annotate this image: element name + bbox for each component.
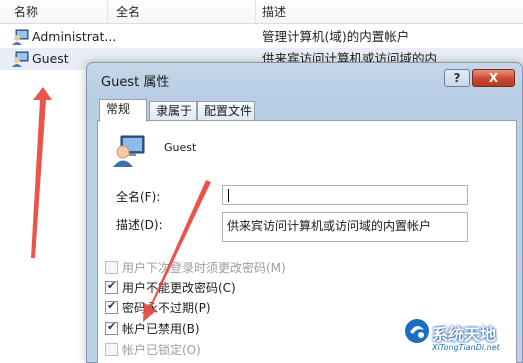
list-header: 名称 全名 描述 (0, 0, 523, 24)
description-label: 描述(D): (116, 218, 163, 232)
column-header-name[interactable]: 名称 (0, 0, 108, 24)
checkbox-label: 用户下次登录时须更改密码(M) (122, 261, 286, 275)
tab-member-of[interactable]: 隶属于 (149, 101, 197, 121)
column-header-full-name[interactable]: 全名 (108, 0, 256, 24)
watermark-url: XiTongTianDi.net (432, 343, 500, 352)
checkbox-box[interactable] (105, 299, 118, 314)
column-header-description[interactable]: 描述 (256, 0, 523, 24)
checkbox-label: 帐户已锁定(O) (122, 343, 201, 357)
user-name: Administrat... (32, 29, 117, 44)
full-name-input[interactable] (222, 185, 468, 205)
watermark: 系统天地 XiTongTianDi.net (404, 318, 523, 363)
checkbox-box[interactable] (105, 343, 118, 356)
watermark-title: 系统天地 (432, 325, 497, 344)
divider (108, 176, 504, 177)
full-name-label: 全名(F): (116, 190, 161, 204)
description-input[interactable]: 供来宾访问计算机或访问域的内置帐户 (222, 212, 468, 242)
checkbox-label: 帐户已禁用(B) (122, 322, 200, 336)
checkbox-box[interactable] (105, 279, 118, 294)
tab-profile[interactable]: 配置文件 (197, 101, 255, 121)
list-row-administrator[interactable]: Administrat... 管理计算机(域)的内置帐户 (0, 26, 523, 48)
checkbox-box[interactable] (105, 320, 118, 335)
user-name: Guest (32, 51, 69, 66)
user-icon (12, 29, 29, 45)
checkbox-label: 用户不能更改密码(C) (122, 281, 236, 295)
user-description: 管理计算机(域)的内置帐户 (262, 29, 410, 44)
close-button[interactable]: X (472, 69, 515, 87)
checkbox-label: 密码永不过期(P) (122, 301, 211, 315)
user-name-heading: Guest (164, 141, 197, 154)
site-logo-icon (405, 319, 429, 343)
text-caret (228, 189, 229, 202)
checkbox-box[interactable] (105, 261, 118, 274)
help-button[interactable]: ? (444, 69, 470, 87)
tab-general[interactable]: 常规 (99, 99, 147, 122)
user-icon (12, 51, 29, 67)
dialog-title: Guest 属性 (101, 75, 170, 90)
user-account-icon (113, 135, 145, 167)
